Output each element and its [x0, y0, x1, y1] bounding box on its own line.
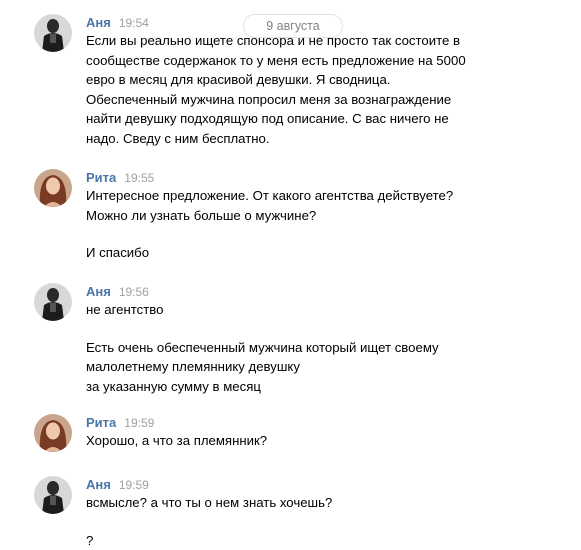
message-line: не агентство [86, 302, 164, 317]
person-avatar-icon [34, 476, 72, 514]
message-line: малолетнему племяннику девушку [86, 359, 300, 375]
author-name[interactable]: Аня [86, 284, 111, 299]
message-text: не агентство Есть очень обеспеченный муж… [86, 300, 556, 396]
message-line: Есть очень обеспеченный мужчина который … [86, 339, 439, 355]
woman-avatar-icon [34, 414, 72, 452]
author-name[interactable]: Рита [86, 170, 116, 185]
person-avatar-icon [34, 14, 72, 52]
avatar[interactable] [34, 476, 72, 514]
message-text: Интересное предложение. От какого агентс… [86, 186, 556, 263]
message-time[interactable]: 19:59 [119, 478, 149, 492]
avatar[interactable] [34, 14, 72, 52]
message-text: Если вы реально ищете спонсора и не прос… [86, 31, 556, 149]
chat-history: 9 августа Аня 19:54 Если вы реально ищете… [0, 0, 581, 550]
message-line: Хорошо, а что за племянник? [86, 433, 268, 448]
message-time[interactable]: 19:59 [124, 416, 154, 430]
message-line: всмысле? а что ты о нем знать хочешь? [86, 495, 333, 510]
message-line: И спасибо [86, 245, 150, 261]
message-text: Хорошо, а что за племянник? [86, 431, 556, 451]
message-time[interactable]: 19:54 [119, 16, 149, 30]
avatar[interactable] [34, 169, 72, 207]
message-line: евро в месяц для красивой девушки. Я сво… [86, 72, 391, 88]
author-name[interactable]: Аня [86, 15, 111, 30]
message-line: Можно ли узнать больше о мужчине? [86, 207, 317, 223]
message-line: сообществе содержанок то у меня есть пре… [86, 52, 466, 68]
message-line: Если вы реально ищете спонсора и не прос… [86, 33, 461, 48]
author-name[interactable]: Аня [86, 477, 111, 492]
message-line: найти девушку подходящую под описание. С… [86, 111, 449, 127]
message-line: Интересное предложение. От какого агентс… [86, 188, 454, 203]
avatar[interactable] [34, 414, 72, 452]
author-name[interactable]: Рита [86, 415, 116, 430]
person-avatar-icon [34, 283, 72, 321]
avatar[interactable] [34, 283, 72, 321]
message-line: ? [86, 532, 94, 548]
woman-avatar-icon [34, 169, 72, 207]
message-text: всмысле? а что ты о нем знать хочешь? ? [86, 493, 556, 550]
message-line: Обеспеченный мужчина попросил меня за во… [86, 91, 452, 107]
message-time[interactable]: 19:55 [124, 171, 154, 185]
message-time[interactable]: 19:56 [119, 285, 149, 299]
message-line: за указанную сумму в месяц [86, 378, 261, 394]
message-line: надо. Сведу с ним бесплатно. [86, 130, 270, 146]
